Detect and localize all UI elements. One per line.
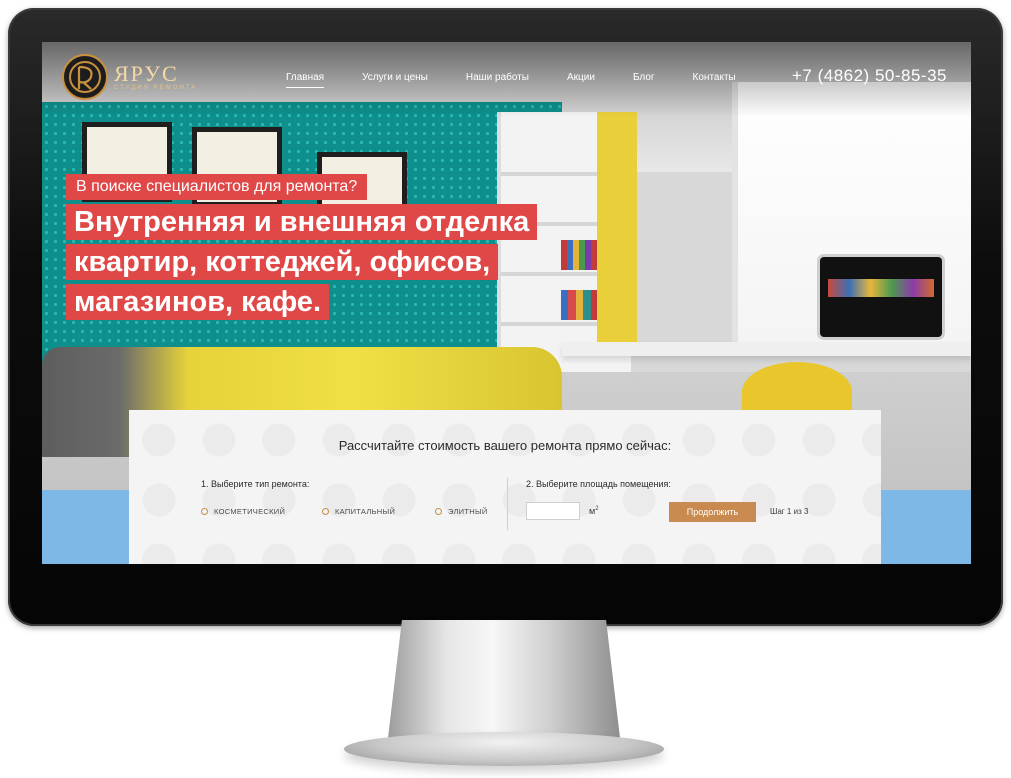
nav-item-promotions[interactable]: Акции [567,72,595,88]
nav-item-portfolio[interactable]: Наши работы [466,72,529,88]
hero-kicker: В поиске специалистов для ремонта? [66,174,368,200]
logo-tagline: СТУДИЯ РЕМОНТА [114,85,198,91]
main-navigation: Главная Услуги и цены Наши работы Акции … [286,72,774,88]
yellow-wall-panel [597,112,637,342]
step-counter: Шаг 1 из 3 [770,507,809,516]
desk-monitor [820,257,942,337]
nav-item-contacts[interactable]: Контакты [693,72,736,88]
nav-item-blog[interactable]: Блог [633,72,655,88]
desk-monitor-screen-art [828,279,934,297]
radio-cosmetic[interactable]: КОСМЕТИЧЕСКИЙ [201,507,285,516]
radio-elite[interactable]: ЭЛИТНЫЙ [435,507,488,516]
hero-headline-text: Внутренняя и внешняя отделка квартир, ко… [66,204,538,320]
repair-cost-calculator: Рассчитайте стоимость вашего ремонта пря… [129,410,881,564]
calculator-title: Рассчитайте стоимость вашего ремонта пря… [338,438,672,453]
radio-cosmetic-label: КОСМЕТИЧЕСКИЙ [214,507,286,516]
area-input[interactable] [526,502,580,520]
radio-circle-icon [201,508,208,515]
white-desk [562,342,971,356]
area-unit-power: 2 [595,506,599,512]
header-phone-number[interactable]: +7 (4862) 50-85-35 [792,66,947,86]
hero-headline: Внутренняя и внешняя отделка квартир, ко… [66,202,546,322]
step2-label: 2. Выберите площадь помещения: [526,479,671,489]
nav-item-home[interactable]: Главная [286,72,325,88]
radio-capital-label: КАПИТАЛЬНЫЙ [335,507,396,516]
logo-text: ЯРУС СТУДИЯ РЕМОНТА [114,61,198,92]
website-screen: ЯРУС СТУДИЯ РЕМОНТА Главная Услуги и цен… [42,42,971,564]
logo-name: ЯРУС [114,61,179,86]
monitor-stand-neck [388,620,620,738]
step1-label: 1. Выберите тип ремонта: [201,479,310,489]
monitor-stand-base [344,732,664,766]
calculator-divider [507,478,508,530]
area-unit: м2 [589,506,599,516]
radio-capital[interactable]: КАПИТАЛЬНЫЙ [322,507,395,516]
continue-button[interactable]: Продолжить [669,502,756,522]
radio-elite-label: ЭЛИТНЫЙ [448,507,488,516]
radio-circle-icon [322,508,329,515]
site-logo[interactable]: ЯРУС СТУДИЯ РЕМОНТА [62,54,197,100]
nav-item-services[interactable]: Услуги и цены [362,72,428,88]
radio-circle-icon [435,508,442,515]
logo-emblem-icon [62,54,108,100]
site-header: ЯРУС СТУДИЯ РЕМОНТА Главная Услуги и цен… [42,42,971,117]
